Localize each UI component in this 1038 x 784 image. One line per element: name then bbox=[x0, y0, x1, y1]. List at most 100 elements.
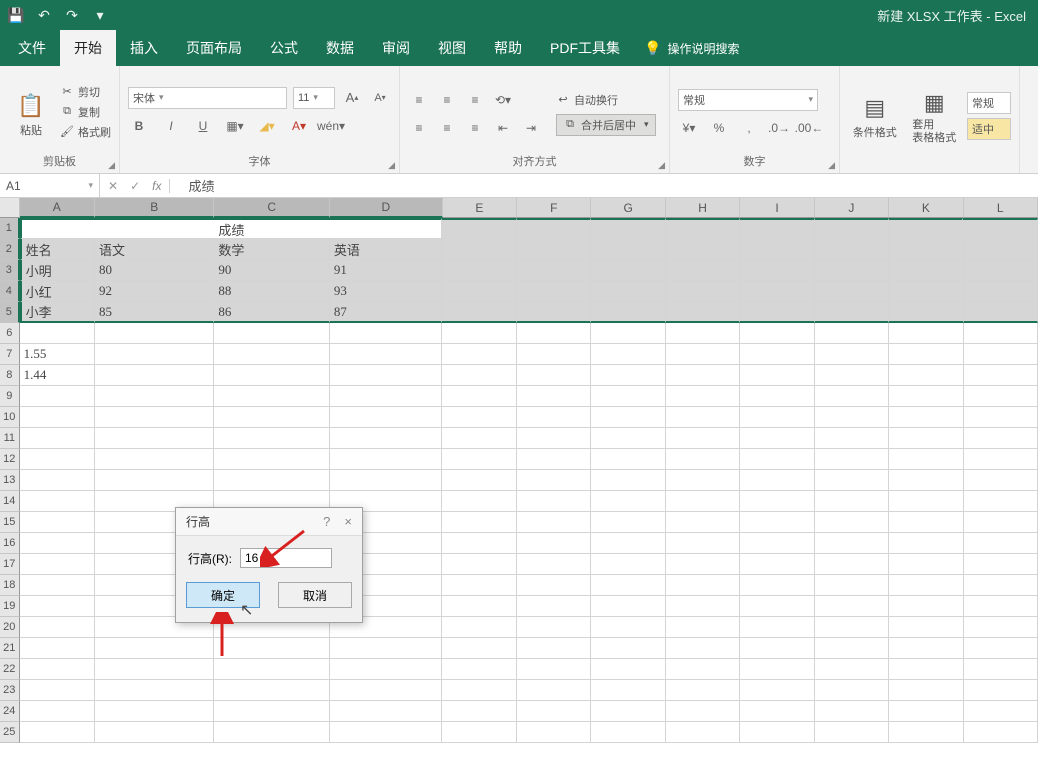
fill-color-button[interactable]: ◢▾ bbox=[256, 115, 278, 137]
cell-g4[interactable] bbox=[591, 281, 665, 302]
percent-button[interactable]: % bbox=[708, 117, 730, 139]
cell-h4[interactable] bbox=[666, 281, 740, 302]
copy-button[interactable]: ⧉复制 bbox=[60, 104, 111, 120]
tab-help[interactable]: 帮助 bbox=[480, 30, 536, 66]
cell-e6[interactable] bbox=[442, 323, 516, 344]
cell-r13c9[interactable] bbox=[815, 470, 889, 491]
cell-r11c4[interactable] bbox=[442, 428, 516, 449]
cell-i3[interactable] bbox=[740, 260, 814, 281]
cell-f7[interactable] bbox=[517, 344, 591, 365]
cell-r17c6[interactable] bbox=[591, 554, 665, 575]
cell-r22c6[interactable] bbox=[591, 659, 665, 680]
phonetic-button[interactable]: wén▾ bbox=[320, 115, 342, 137]
align-middle-button[interactable]: ≡ bbox=[436, 89, 458, 111]
formula-enter-icon[interactable]: ✓ bbox=[130, 179, 140, 193]
cell-r10c4[interactable] bbox=[442, 407, 516, 428]
cell-r20c0[interactable] bbox=[20, 617, 95, 638]
row-header-19[interactable]: 19 bbox=[0, 596, 20, 617]
cell-r10c10[interactable] bbox=[889, 407, 963, 428]
cell-r9c5[interactable] bbox=[517, 386, 591, 407]
cell-h7[interactable] bbox=[666, 344, 740, 365]
cell-r23c3[interactable] bbox=[330, 680, 443, 701]
cell-r13c4[interactable] bbox=[442, 470, 516, 491]
cell-r10c8[interactable] bbox=[740, 407, 814, 428]
italic-button[interactable]: I bbox=[160, 115, 182, 137]
col-header-f[interactable]: F bbox=[517, 198, 591, 218]
tab-insert[interactable]: 插入 bbox=[116, 30, 172, 66]
cell-r21c9[interactable] bbox=[815, 638, 889, 659]
cell-r25c1[interactable] bbox=[95, 722, 214, 743]
col-header-k[interactable]: K bbox=[889, 198, 963, 218]
cell-r21c3[interactable] bbox=[330, 638, 443, 659]
cell-r23c9[interactable] bbox=[815, 680, 889, 701]
cell-b6[interactable] bbox=[95, 323, 214, 344]
cell-r14c9[interactable] bbox=[815, 491, 889, 512]
row-header-5[interactable]: 5 bbox=[0, 302, 20, 323]
cell-e1[interactable] bbox=[442, 218, 516, 239]
cell-r9c8[interactable] bbox=[740, 386, 814, 407]
cell-r11c3[interactable] bbox=[330, 428, 443, 449]
cell-r13c2[interactable] bbox=[214, 470, 329, 491]
cell-r22c5[interactable] bbox=[517, 659, 591, 680]
cell-r9c10[interactable] bbox=[889, 386, 963, 407]
cell-a4[interactable]: 小红 bbox=[20, 281, 95, 302]
cell-e4[interactable] bbox=[442, 281, 516, 302]
cell-r12c2[interactable] bbox=[214, 449, 329, 470]
cell-r19c8[interactable] bbox=[740, 596, 814, 617]
cell-r12c3[interactable] bbox=[330, 449, 443, 470]
cell-r14c8[interactable] bbox=[740, 491, 814, 512]
row-header-25[interactable]: 25 bbox=[0, 722, 20, 743]
row-header-23[interactable]: 23 bbox=[0, 680, 20, 701]
comma-button[interactable]: , bbox=[738, 117, 760, 139]
cell-f8[interactable] bbox=[517, 365, 591, 386]
cell-r23c4[interactable] bbox=[442, 680, 516, 701]
cell-r13c5[interactable] bbox=[517, 470, 591, 491]
formula-cancel-icon[interactable]: ✕ bbox=[108, 179, 118, 193]
cell-r13c7[interactable] bbox=[666, 470, 740, 491]
cell-c3[interactable]: 90 bbox=[214, 260, 329, 281]
cell-r18c11[interactable] bbox=[964, 575, 1038, 596]
align-right-button[interactable]: ≡ bbox=[464, 117, 486, 139]
col-header-g[interactable]: G bbox=[591, 198, 665, 218]
cell-r22c2[interactable] bbox=[214, 659, 329, 680]
cell-h5[interactable] bbox=[666, 302, 740, 323]
ok-button[interactable]: 确定 bbox=[186, 582, 260, 608]
cell-r13c10[interactable] bbox=[889, 470, 963, 491]
cell-g1[interactable] bbox=[591, 218, 665, 239]
cell-r9c2[interactable] bbox=[214, 386, 329, 407]
row-header-14[interactable]: 14 bbox=[0, 491, 20, 512]
cell-r15c0[interactable] bbox=[20, 512, 95, 533]
cell-r19c11[interactable] bbox=[964, 596, 1038, 617]
cell-j8[interactable] bbox=[815, 365, 889, 386]
cell-l2[interactable] bbox=[964, 239, 1038, 260]
formula-bar[interactable]: 成绩 bbox=[178, 174, 1038, 197]
cell-r9c0[interactable] bbox=[20, 386, 95, 407]
cell-r23c7[interactable] bbox=[666, 680, 740, 701]
cell-g7[interactable] bbox=[591, 344, 665, 365]
col-header-d[interactable]: D bbox=[330, 198, 443, 218]
wrap-text-button[interactable]: ↩自动换行 bbox=[556, 92, 656, 108]
col-header-a[interactable]: A bbox=[20, 198, 95, 218]
row-header-18[interactable]: 18 bbox=[0, 575, 20, 596]
cell-r14c10[interactable] bbox=[889, 491, 963, 512]
cell-r17c5[interactable] bbox=[517, 554, 591, 575]
cell-r9c9[interactable] bbox=[815, 386, 889, 407]
row-header-6[interactable]: 6 bbox=[0, 323, 20, 344]
cell-r11c6[interactable] bbox=[591, 428, 665, 449]
tab-file[interactable]: 文件 bbox=[4, 30, 60, 66]
spreadsheet-grid[interactable]: A B C D E F G H I J K L 1 成绩 2 姓名 语文 数学 … bbox=[0, 198, 1038, 743]
row-header-9[interactable]: 9 bbox=[0, 386, 20, 407]
cell-r21c11[interactable] bbox=[964, 638, 1038, 659]
cell-k1[interactable] bbox=[889, 218, 963, 239]
cell-r12c7[interactable] bbox=[666, 449, 740, 470]
cell-r16c11[interactable] bbox=[964, 533, 1038, 554]
bold-button[interactable]: B bbox=[128, 115, 150, 137]
cell-r14c0[interactable] bbox=[20, 491, 95, 512]
cell-r17c0[interactable] bbox=[20, 554, 95, 575]
cell-j6[interactable] bbox=[815, 323, 889, 344]
cell-r25c3[interactable] bbox=[330, 722, 443, 743]
cell-d2[interactable]: 英语 bbox=[330, 239, 443, 260]
cell-r18c5[interactable] bbox=[517, 575, 591, 596]
cell-r11c2[interactable] bbox=[214, 428, 329, 449]
cell-r12c11[interactable] bbox=[964, 449, 1038, 470]
